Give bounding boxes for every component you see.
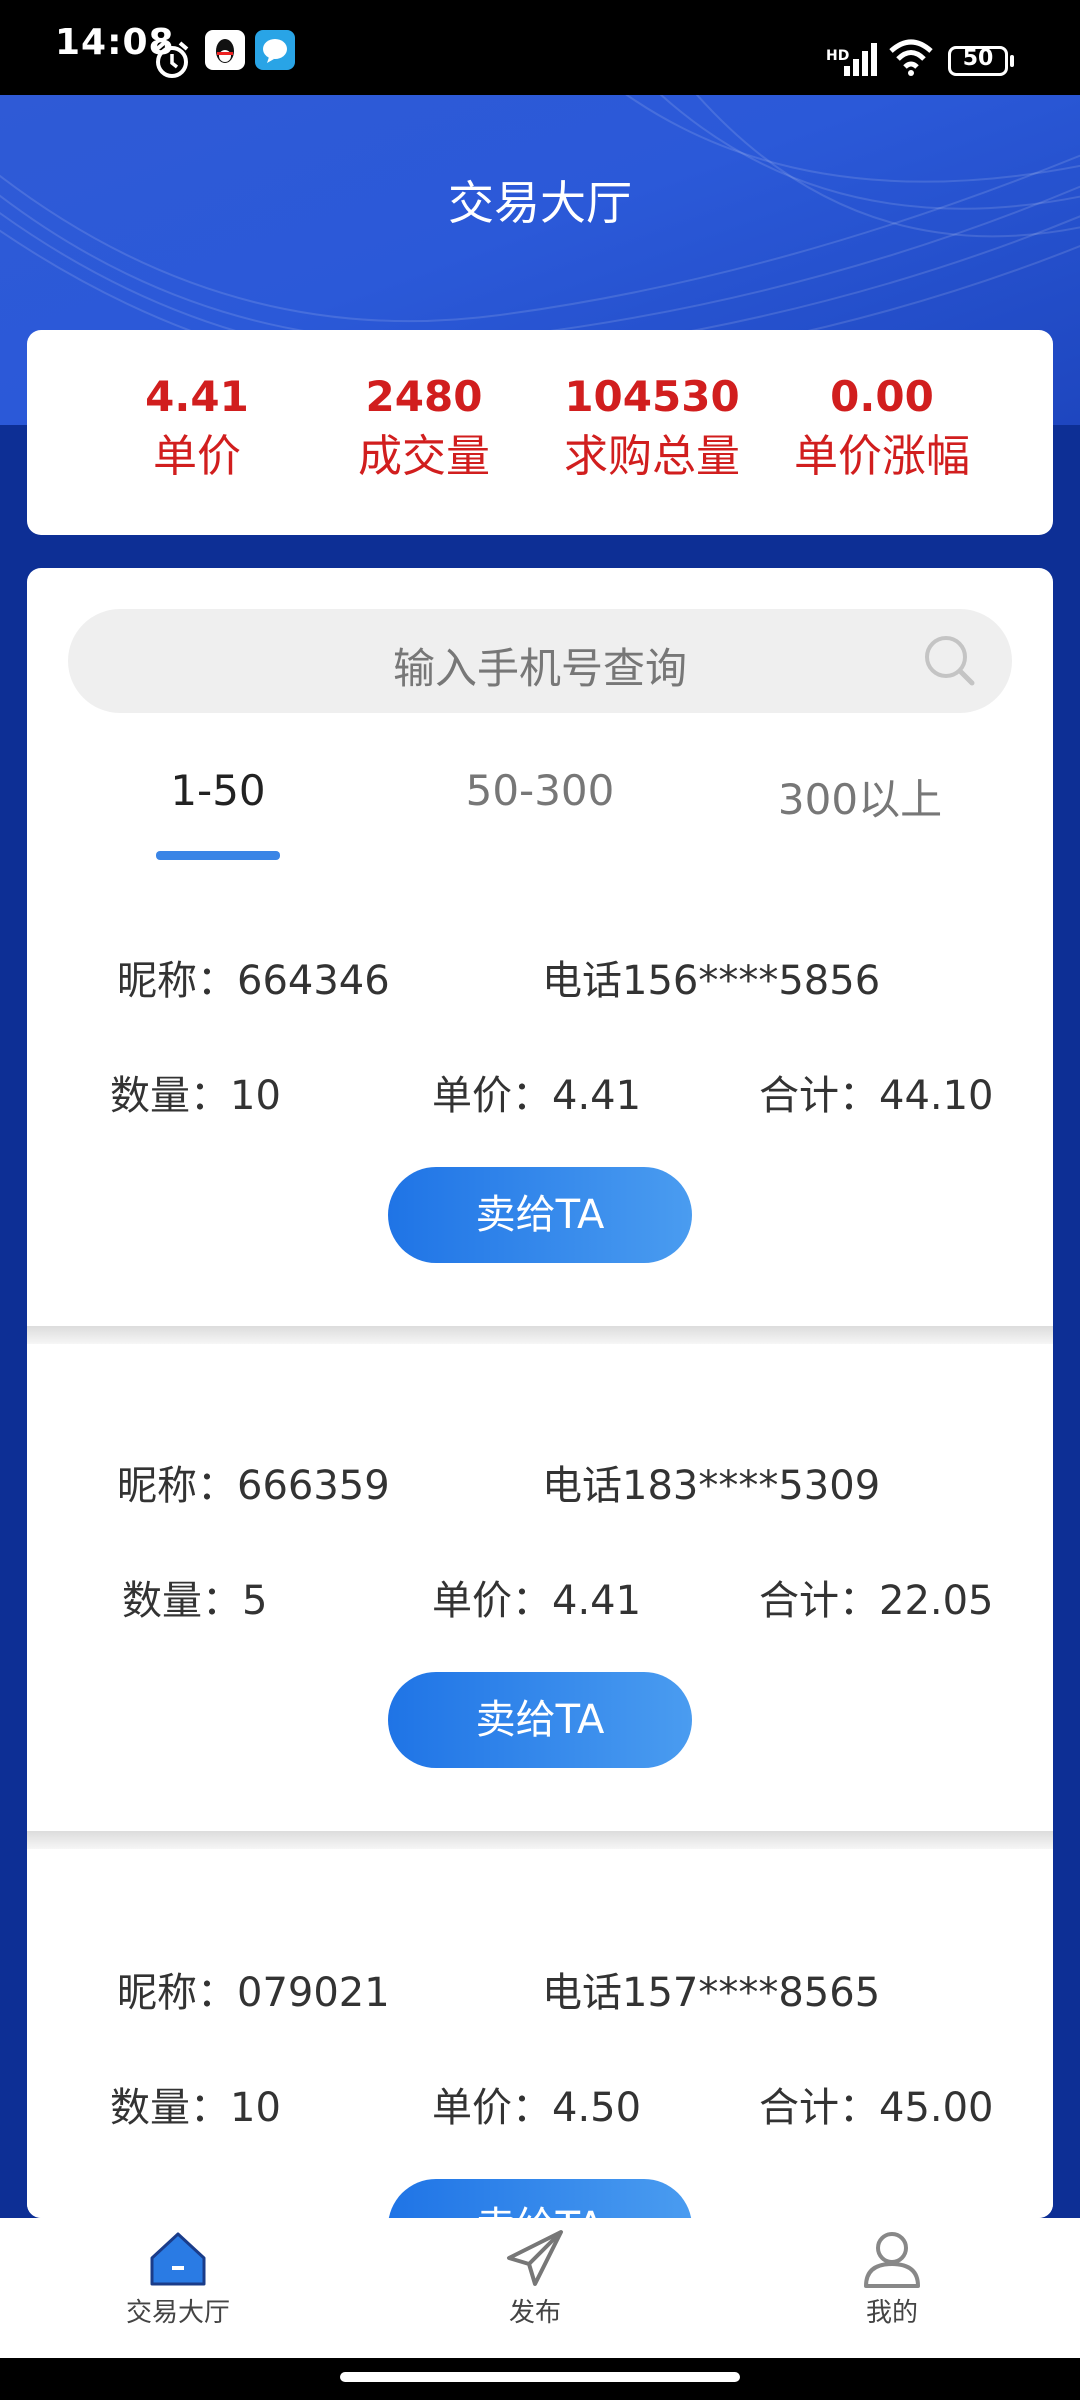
tab-indicator (156, 851, 280, 860)
stat-price-change: 0.00 单价涨幅 (767, 370, 997, 490)
stat-total-demand: 104530 求购总量 (537, 370, 767, 490)
bottom-nav: 交易大厅 发布 我的 (0, 2218, 1080, 2358)
stat-unit-price: 4.41 单价 (82, 370, 312, 490)
nav-label: 发布 (508, 2298, 561, 2328)
wifi-icon (889, 39, 933, 76)
stat-value: 104530 (564, 372, 740, 421)
tab-50-300[interactable]: 50-300 (375, 766, 705, 815)
nav-item-publish[interactable]: 发布 (425, 2228, 645, 2329)
stat-value: 4.41 (145, 372, 249, 421)
sell-to-button[interactable]: 卖给TA (388, 1167, 692, 1263)
search-input[interactable]: 输入手机号查询 (68, 609, 1012, 713)
nav-label: 我的 (865, 2298, 918, 2328)
stats-card: 4.41 单价 2480 成交量 104530 求购总量 0.00 单价涨幅 (27, 330, 1053, 535)
system-nav-bar (0, 2358, 1080, 2400)
sell-to-button[interactable]: 卖给TA (388, 2179, 692, 2218)
stat-label: 单价 (153, 431, 241, 482)
listing-nickname: 昵称：079021 (117, 1970, 390, 2016)
listing-quantity: 数量：10 (110, 2085, 281, 2131)
card-divider (27, 1326, 1053, 1344)
listing-total: 合计：22.05 (759, 1578, 994, 1624)
home-icon (150, 2232, 206, 2286)
stat-volume: 2480 成交量 (309, 370, 539, 490)
search-icon[interactable] (922, 633, 978, 689)
sell-to-button[interactable]: 卖给TA (388, 1672, 692, 1768)
stat-label: 单价涨幅 (794, 431, 970, 482)
nav-item-mine[interactable]: 我的 (782, 2228, 1002, 2329)
listing-card: 昵称：664346 电话156****5856 数量：10 单价：4.41 合计… (27, 863, 1053, 1344)
listing-price: 单价：4.41 (432, 1578, 642, 1624)
listing-price: 单价：4.50 (432, 2085, 642, 2131)
battery-level: 50 (962, 46, 994, 71)
stat-label: 求购总量 (564, 431, 740, 482)
listing-quantity: 数量：5 (122, 1578, 268, 1624)
stat-label: 成交量 (358, 431, 490, 482)
listing-total: 合计：45.00 (759, 2085, 994, 2131)
listing-panel: 输入手机号查询 1-50 50-300 300以上 昵称：664346 电话15… (27, 568, 1053, 2218)
stat-value: 0.00 (830, 372, 934, 421)
status-bar: 14:08 HD 50 (0, 0, 1080, 95)
page-title: 交易大厅 (448, 176, 632, 230)
listing-nickname: 昵称：664346 (117, 958, 390, 1004)
listing-quantity: 数量：10 (110, 1073, 281, 1119)
search-placeholder: 输入手机号查询 (392, 644, 687, 693)
listing-card: 昵称：666359 电话183****5309 数量：5 单价：4.41 合计：… (27, 1368, 1053, 1849)
tab-1-50[interactable]: 1-50 (53, 766, 383, 815)
user-icon (864, 2232, 920, 2288)
listing-phone: 电话157****8565 (542, 1970, 881, 2016)
listing-phone: 电话183****5309 (542, 1463, 881, 1509)
listing-total: 合计：44.10 (759, 1073, 994, 1119)
card-divider (27, 1831, 1053, 1849)
message-app-icon (255, 30, 295, 70)
tab-300-plus[interactable]: 300以上 (695, 766, 1025, 827)
nav-item-trading-hall[interactable]: 交易大厅 (68, 2228, 288, 2329)
listing-phone: 电话156****5856 (542, 958, 881, 1004)
battery-icon: 50 (948, 46, 1014, 76)
home-indicator[interactable] (340, 2372, 740, 2382)
listing-card: 昵称：079021 电话157****8565 数量：10 单价：4.50 合计… (27, 1875, 1053, 2218)
listing-nickname: 昵称：666359 (117, 1463, 390, 1509)
send-icon (507, 2230, 563, 2286)
alarm-icon (155, 41, 189, 78)
nav-label: 交易大厅 (125, 2298, 230, 2328)
stat-value: 2480 (365, 372, 483, 421)
listing-price: 单价：4.41 (432, 1073, 642, 1119)
qq-icon (205, 30, 245, 70)
signal-icon (844, 43, 877, 76)
